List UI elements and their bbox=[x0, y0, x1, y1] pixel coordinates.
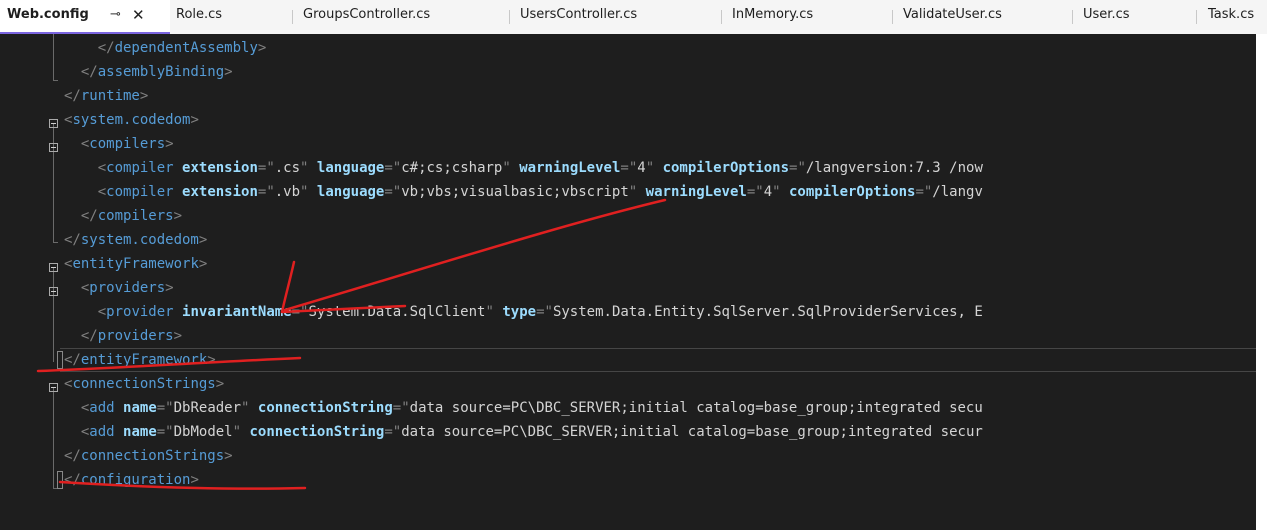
collapse-icon[interactable] bbox=[49, 143, 58, 152]
outline-guide bbox=[53, 34, 54, 80]
tab-separator bbox=[1072, 10, 1073, 24]
code-line: <entityFramework> bbox=[64, 256, 208, 272]
tab-validateuser-cs[interactable]: ValidateUser.cs bbox=[903, 0, 1002, 32]
outline-guide bbox=[53, 124, 54, 242]
code-line: <compilers> bbox=[80, 136, 174, 152]
code-line: <compiler extension=".cs" language="c#;c… bbox=[97, 160, 983, 176]
tab-separator bbox=[892, 10, 893, 24]
outline-guide bbox=[53, 268, 54, 362]
tab-label: UsersController.cs bbox=[520, 7, 638, 22]
editor-margin bbox=[0, 34, 34, 530]
code-line: </system.codedom> bbox=[64, 232, 208, 248]
code-line: <provider invariantName="System.Data.Sql… bbox=[97, 304, 983, 320]
tab-role-cs[interactable]: Role.cs bbox=[176, 0, 222, 32]
code-line: <connectionStrings> bbox=[64, 376, 225, 392]
caret-marker bbox=[57, 351, 63, 369]
tab-separator bbox=[292, 10, 293, 24]
code-line: </providers> bbox=[80, 328, 183, 344]
code-editor[interactable]: </dependentAssembly> </assemblyBinding> … bbox=[0, 34, 1256, 530]
tab-userscontroller-cs[interactable]: UsersController.cs bbox=[520, 0, 637, 32]
document-tab-bar: Web.config ⊸ ✕ Role.cs GroupsController.… bbox=[0, 0, 1267, 34]
code-line: </entityFramework> bbox=[64, 352, 216, 368]
collapse-icon[interactable] bbox=[49, 383, 58, 392]
tab-label: ValidateUser.cs bbox=[903, 7, 1002, 22]
tab-web-config[interactable]: Web.config ⊸ ✕ bbox=[0, 0, 170, 34]
code-line: <providers> bbox=[80, 280, 174, 296]
outline-guide bbox=[53, 388, 54, 488]
pin-icon[interactable]: ⊸ bbox=[110, 0, 121, 30]
tab-separator bbox=[509, 10, 510, 24]
vertical-scrollbar[interactable] bbox=[1256, 34, 1267, 530]
code-line: <system.codedom> bbox=[64, 112, 199, 128]
code-line: <add name="DbModel" connectionString="da… bbox=[80, 424, 983, 440]
code-line: </compilers> bbox=[80, 208, 183, 224]
collapse-icon[interactable] bbox=[49, 263, 58, 272]
tab-label: GroupsController.cs bbox=[303, 7, 431, 22]
caret-marker bbox=[57, 471, 63, 489]
code-line: </runtime> bbox=[64, 88, 149, 104]
tab-label: Task.cs bbox=[1208, 7, 1255, 22]
code-line: </configuration> bbox=[64, 472, 199, 488]
code-line: <compiler extension=".vb" language="vb;v… bbox=[97, 184, 983, 200]
code-line: <add name="DbReader" connectionString="d… bbox=[80, 400, 983, 416]
outline-guide bbox=[53, 80, 58, 81]
tab-groupscontroller-cs[interactable]: GroupsController.cs bbox=[303, 0, 430, 32]
code-line: </dependentAssembly> bbox=[97, 40, 267, 56]
tab-separator bbox=[1196, 10, 1197, 24]
tab-label: Web.config bbox=[7, 7, 89, 22]
tab-label: InMemory.cs bbox=[732, 7, 814, 22]
tab-label: User.cs bbox=[1083, 7, 1130, 22]
tab-label: Role.cs bbox=[176, 7, 223, 22]
current-line-highlight bbox=[60, 348, 1256, 372]
tab-user-cs[interactable]: User.cs bbox=[1083, 0, 1130, 32]
close-icon[interactable]: ✕ bbox=[132, 0, 145, 30]
code-line: </connectionStrings> bbox=[64, 448, 233, 464]
tab-separator bbox=[721, 10, 722, 24]
collapse-icon[interactable] bbox=[49, 287, 58, 296]
tab-task-cs[interactable]: Task.cs bbox=[1208, 0, 1254, 32]
outline-guide bbox=[53, 242, 58, 243]
code-line: </assemblyBinding> bbox=[80, 64, 233, 80]
tab-inmemory-cs[interactable]: InMemory.cs bbox=[732, 0, 813, 32]
collapse-icon[interactable] bbox=[49, 119, 58, 128]
